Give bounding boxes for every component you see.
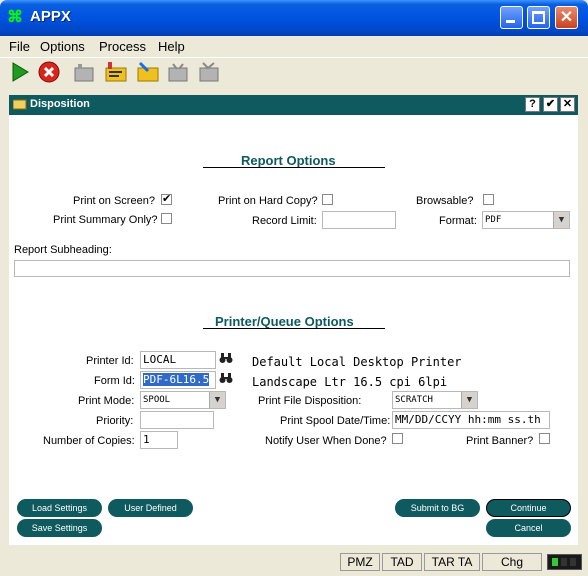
printer-description: Default Local Desktop Printer (252, 355, 462, 369)
format-label: Format: (439, 215, 477, 227)
form-id-input[interactable]: PDF-6L16.5 (140, 371, 216, 389)
binoculars-icon[interactable] (218, 372, 234, 388)
open-icon[interactable] (136, 61, 159, 83)
continue-button[interactable]: Continue (486, 499, 571, 517)
minimize-button[interactable] (500, 6, 523, 29)
folder-icon[interactable] (73, 61, 95, 83)
file-disposition-select[interactable]: SCRATCH ▼ (392, 391, 478, 409)
form-id-value: PDF-6L16.5 (143, 373, 210, 386)
file-disposition-label: Print File Disposition: (258, 395, 362, 407)
printer-id-label: Printer Id: (86, 355, 134, 367)
dialog-title: Disposition (30, 98, 90, 110)
print-banner-checkbox[interactable] (539, 433, 550, 444)
print-mode-value: SPOOL (143, 395, 171, 405)
status-tad: TAD (382, 553, 422, 571)
ok-button[interactable]: ✔ (543, 97, 558, 112)
maximize-button[interactable] (527, 6, 550, 29)
menu-help[interactable]: Help (158, 39, 185, 54)
print-banner-label: Print Banner? (466, 435, 534, 447)
copies-label: Number of Copies: (43, 435, 135, 447)
tv-icon[interactable] (198, 61, 220, 83)
print-summary-checkbox[interactable] (161, 213, 172, 224)
chevron-down-icon[interactable]: ▼ (553, 212, 569, 228)
cancel-button[interactable]: Cancel (486, 519, 571, 537)
play-icon[interactable] (9, 61, 31, 83)
report-subheading-label: Report Subheading: (14, 244, 112, 256)
status-chg: Chg (482, 553, 542, 571)
stop-icon[interactable] (38, 61, 60, 83)
window-title: APPX (30, 8, 71, 25)
record-limit-input[interactable] (322, 211, 396, 229)
user-defined-button[interactable]: User Defined (108, 499, 193, 517)
menu-bar (0, 36, 588, 56)
edit-icon[interactable] (104, 61, 127, 83)
section-divider (203, 328, 385, 329)
browsable-checkbox[interactable] (483, 194, 494, 205)
save-settings-button[interactable]: Save Settings (17, 519, 102, 537)
status-pmz: PMZ (340, 553, 380, 571)
load-settings-button[interactable]: Load Settings (17, 499, 102, 517)
disposition-form (9, 115, 578, 545)
file-disposition-value: SCRATCH (395, 395, 433, 405)
binoculars-icon[interactable] (218, 352, 234, 368)
help-button[interactable]: ? (525, 97, 540, 112)
status-light-icon (547, 554, 582, 570)
folder-icon[interactable] (167, 61, 189, 83)
print-on-hard-copy-label: Print on Hard Copy? (218, 195, 318, 207)
notify-user-checkbox[interactable] (392, 433, 403, 444)
print-on-hard-copy-checkbox[interactable] (322, 194, 333, 205)
format-value: PDF (485, 215, 502, 225)
record-limit-label: Record Limit: (252, 215, 317, 227)
chevron-down-icon[interactable]: ▼ (209, 392, 225, 408)
app-icon: ⌘ (7, 9, 23, 26)
print-on-screen-checkbox[interactable]: ✔ (161, 194, 172, 205)
close-window-button[interactable]: ✕ (555, 6, 578, 29)
spool-date-input[interactable]: MM/DD/CCYY hh:mm ss.th (392, 411, 550, 429)
menu-file[interactable]: File (9, 39, 30, 54)
printer-options-heading: Printer/Queue Options (215, 314, 354, 329)
form-id-label: Form Id: (94, 375, 135, 387)
priority-input[interactable] (140, 411, 214, 429)
print-mode-label: Print Mode: (78, 395, 135, 407)
format-select[interactable]: PDF ▼ (482, 211, 570, 229)
section-divider (203, 167, 385, 168)
menu-options[interactable]: Options (40, 39, 85, 54)
report-options-heading: Report Options (241, 153, 336, 168)
browsable-label: Browsable? (416, 195, 474, 207)
dialog-title-bar (9, 95, 578, 115)
folder-icon (12, 98, 27, 110)
close-dialog-button[interactable]: ✕ (560, 97, 575, 112)
print-on-screen-label: Print on Screen? (73, 195, 155, 207)
chevron-down-icon[interactable]: ▼ (461, 392, 477, 408)
print-mode-select[interactable]: SPOOL ▼ (140, 391, 226, 409)
submit-to-bg-button[interactable]: Submit to BG (395, 499, 480, 517)
notify-user-label: Notify User When Done? (265, 435, 387, 447)
priority-label: Priority: (96, 415, 134, 427)
printer-id-input[interactable]: LOCAL (140, 351, 216, 369)
report-subheading-input[interactable] (14, 260, 570, 277)
menu-process[interactable]: Process (99, 39, 146, 54)
spool-date-label: Print Spool Date/Time: (280, 415, 391, 427)
toolbar (0, 57, 588, 58)
form-description: Landscape Ltr 16.5 cpi 6lpi (252, 375, 448, 389)
print-summary-label: Print Summary Only? (53, 214, 158, 226)
copies-input[interactable]: 1 (140, 431, 178, 449)
status-tar: TAR TA (424, 553, 480, 571)
